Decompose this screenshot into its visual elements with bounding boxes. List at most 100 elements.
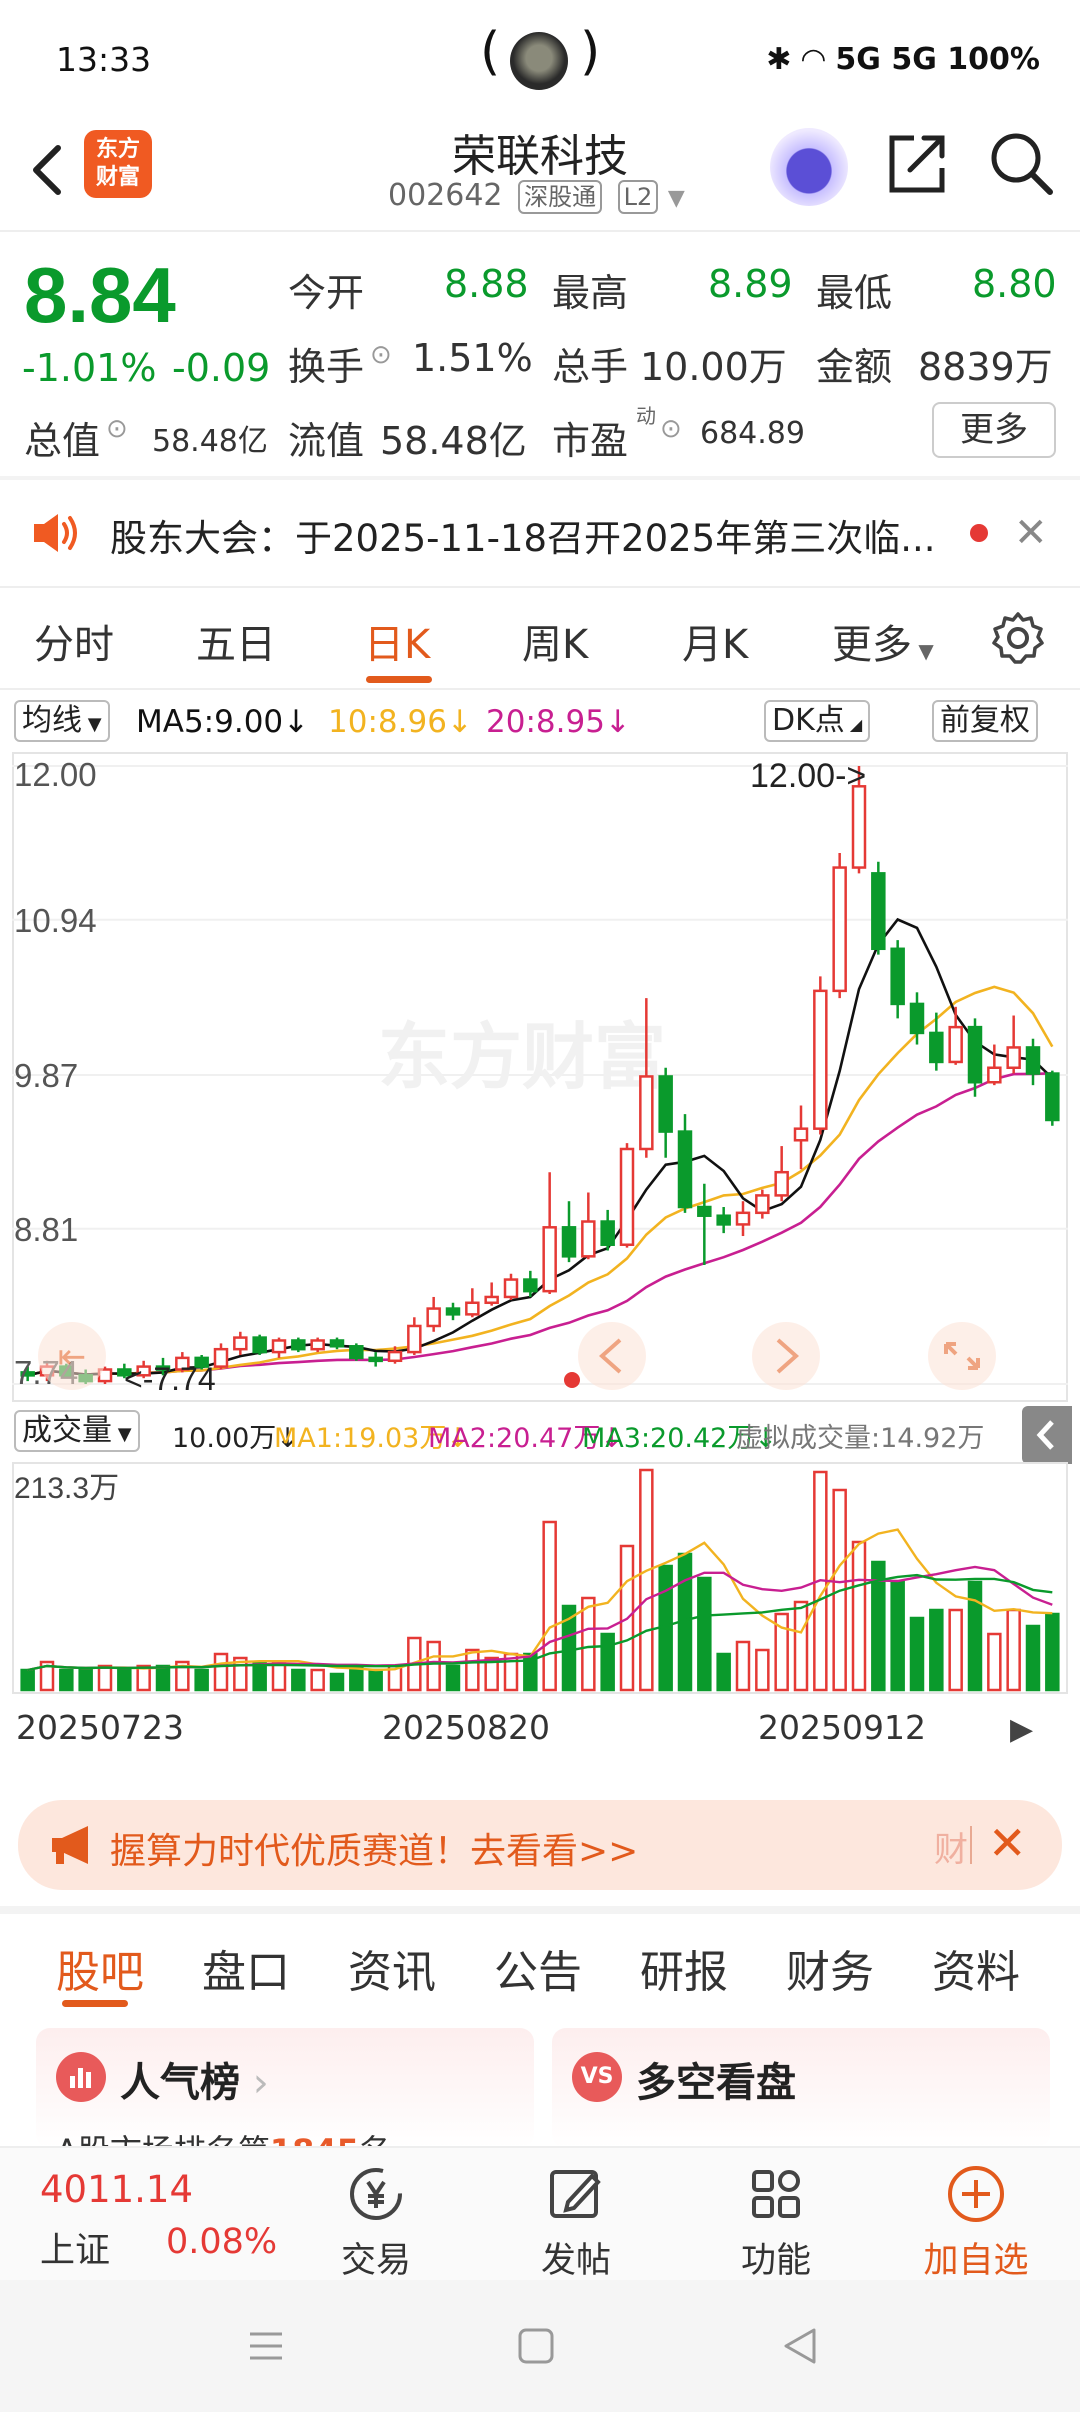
ma-selector[interactable]: 均线 ▼ — [14, 700, 110, 742]
system-nav-bar — [0, 2280, 1080, 2412]
notice-text: 股东大会：于2025-11-18召开2025年第三次临... — [110, 517, 936, 560]
candle-body — [871, 872, 886, 951]
candle-body — [793, 1127, 809, 1142]
tab-more[interactable]: 更多 ▼ — [832, 612, 934, 670]
tab-announcements[interactable]: 公告 — [494, 1936, 582, 2000]
bull-bear-card[interactable]: VS 多空看盘 — [552, 2028, 1050, 2148]
candle-body — [368, 1356, 383, 1363]
volume-selector[interactable]: 成交量 ▼ — [14, 1410, 140, 1452]
volume-bar — [465, 1648, 480, 1692]
nav-post[interactable]: 发帖 — [476, 2148, 676, 2282]
tab-profile[interactable]: 资料 — [932, 1936, 1020, 2000]
home-icon[interactable] — [516, 2326, 556, 2366]
settings-gear-icon[interactable] — [990, 610, 1046, 666]
low-marker: <-7.74 — [124, 1361, 216, 1397]
rank-line: A股市场排名第1845名 — [56, 2126, 391, 2148]
close-icon[interactable]: ✕ — [988, 1816, 1027, 1870]
turnover-label: 换手 — [288, 345, 365, 389]
nav-trade[interactable]: 交易 — [276, 2148, 476, 2282]
volume-bar — [987, 1632, 1002, 1692]
high-marker: 12.00-> — [750, 757, 866, 795]
skip-back-icon: ⇤ — [58, 1337, 87, 1377]
tab-five-day[interactable]: 五日 — [196, 612, 276, 670]
back-icon[interactable] — [780, 2326, 820, 2366]
volume-chart[interactable]: 213.3万 — [12, 1462, 1068, 1694]
candle-body — [851, 785, 867, 869]
volume-bar — [271, 1660, 287, 1692]
banner-text: 握算力时代优质赛道！去看看>> — [110, 1831, 639, 1872]
virtual-volume: 虚拟成交量:14.92万 — [736, 1423, 985, 1454]
change-amount: -0.09 — [172, 346, 271, 390]
search-icon[interactable] — [988, 130, 1054, 196]
popularity-title: 人气榜 › — [120, 2060, 269, 2106]
candle-body — [677, 1130, 693, 1209]
date-label-start: 20250723 — [16, 1708, 184, 1747]
volume-bar — [117, 1668, 132, 1692]
menu-icon[interactable] — [246, 2326, 286, 2366]
tab-intraday[interactable]: 分时 — [34, 612, 114, 670]
tab-news[interactable]: 资讯 — [348, 1936, 436, 2000]
tab-order-book[interactable]: 盘口 — [202, 1936, 290, 2000]
volume-bar — [967, 1580, 983, 1692]
plus-circle-icon — [948, 2166, 1004, 2222]
more-quote-button[interactable]: 更多 — [932, 402, 1056, 458]
popularity-card[interactable]: 人气榜 › A股市场排名第1845名 — [36, 2028, 534, 2148]
volume-bar — [735, 1640, 751, 1692]
scroll-left-button[interactable] — [578, 1322, 646, 1390]
info-icon[interactable]: ⊙ — [370, 340, 392, 370]
candle-body — [735, 1211, 751, 1226]
index-value: 4011.14 — [40, 2168, 194, 2211]
bluetooth-icon: ✱ — [766, 42, 792, 77]
candle-body — [503, 1278, 519, 1299]
volume-bar — [1025, 1624, 1041, 1692]
info-icon[interactable]: ⊙ — [106, 414, 128, 444]
scroll-right-button[interactable] — [752, 1322, 820, 1390]
section-tabs: 股吧 盘口 资讯 公告 研报 财务 资料 — [0, 1910, 1080, 2010]
tab-financials[interactable]: 财务 — [786, 1936, 874, 2000]
stock-header: 东方财富 荣联科技 002642 深股通 L2 ▼ — [0, 120, 1080, 230]
tab-monthly-k[interactable]: 月K — [682, 612, 748, 670]
stock-code-row[interactable]: 002642 深股通 L2 ▼ — [388, 178, 685, 214]
open-label: 今开 — [288, 271, 365, 315]
promo-banner[interactable]: 握算力时代优质赛道！去看看>> 财 ✕ — [18, 1800, 1062, 1890]
candle-body — [1025, 1046, 1041, 1075]
y-tick-label: 9.87 — [14, 1057, 78, 1094]
ai-assistant-icon[interactable] — [770, 128, 848, 206]
candle-body — [329, 1339, 345, 1348]
high-value: 8.89 — [708, 262, 793, 306]
camera-cutout: ( ) — [480, 22, 600, 90]
volume-bar — [368, 1668, 383, 1692]
volume-label: 总手 — [552, 345, 629, 389]
close-icon[interactable]: ✕ — [1014, 510, 1048, 556]
candle-body — [445, 1307, 461, 1316]
tab-forum[interactable]: 股吧 — [56, 1936, 144, 2000]
tab-daily-k[interactable]: 日K — [364, 612, 430, 670]
share-icon[interactable] — [884, 128, 950, 198]
volume-bar — [600, 1632, 615, 1692]
side-panel-toggle[interactable] — [1022, 1406, 1072, 1464]
index-widget[interactable]: 4011.14 上证 0.08% — [40, 2168, 277, 2271]
adjust-button[interactable]: 前复权 — [932, 700, 1038, 742]
volume-bar — [929, 1608, 944, 1692]
dk-point-button[interactable]: DK点 ◢ — [764, 700, 871, 742]
candle-body — [909, 1002, 925, 1035]
bar-chart-icon — [56, 2052, 106, 2102]
candlestick-chart[interactable]: 东方财富 12.0010.949.878.817.74 12.00-> <-7.… — [12, 752, 1068, 1402]
status-indicators: ✱ ◠ 5G 5G 100% — [766, 42, 1040, 77]
wifi-icon: ◠ — [801, 42, 825, 77]
notice-bar[interactable]: 股东大会：于2025-11-18召开2025年第三次临... ✕ — [0, 480, 1080, 586]
play-arrow-icon[interactable]: ▶ — [1010, 1712, 1033, 1747]
info-icon[interactable]: ⊙ — [660, 414, 682, 444]
tab-research[interactable]: 研报 — [640, 1936, 728, 2000]
grid-icon — [752, 2170, 800, 2218]
event-dot[interactable] — [564, 1372, 580, 1388]
volume-bar — [213, 1652, 229, 1692]
nav-add-watchlist[interactable]: 加自选 — [876, 2148, 1076, 2282]
date-label-end: 20250912 — [758, 1708, 926, 1747]
tab-weekly-k[interactable]: 周K — [522, 612, 588, 670]
volume-legend-row: 成交量 ▼ 10.00万↓ MA1:19.03万↓ MA2:20.47万↓ MA… — [0, 1406, 1080, 1464]
candle-body — [465, 1301, 480, 1316]
nav-functions[interactable]: 功能 — [676, 2148, 876, 2282]
fullscreen-button[interactable] — [928, 1322, 996, 1390]
ma20-value: 20:8.95↓ — [486, 704, 631, 740]
